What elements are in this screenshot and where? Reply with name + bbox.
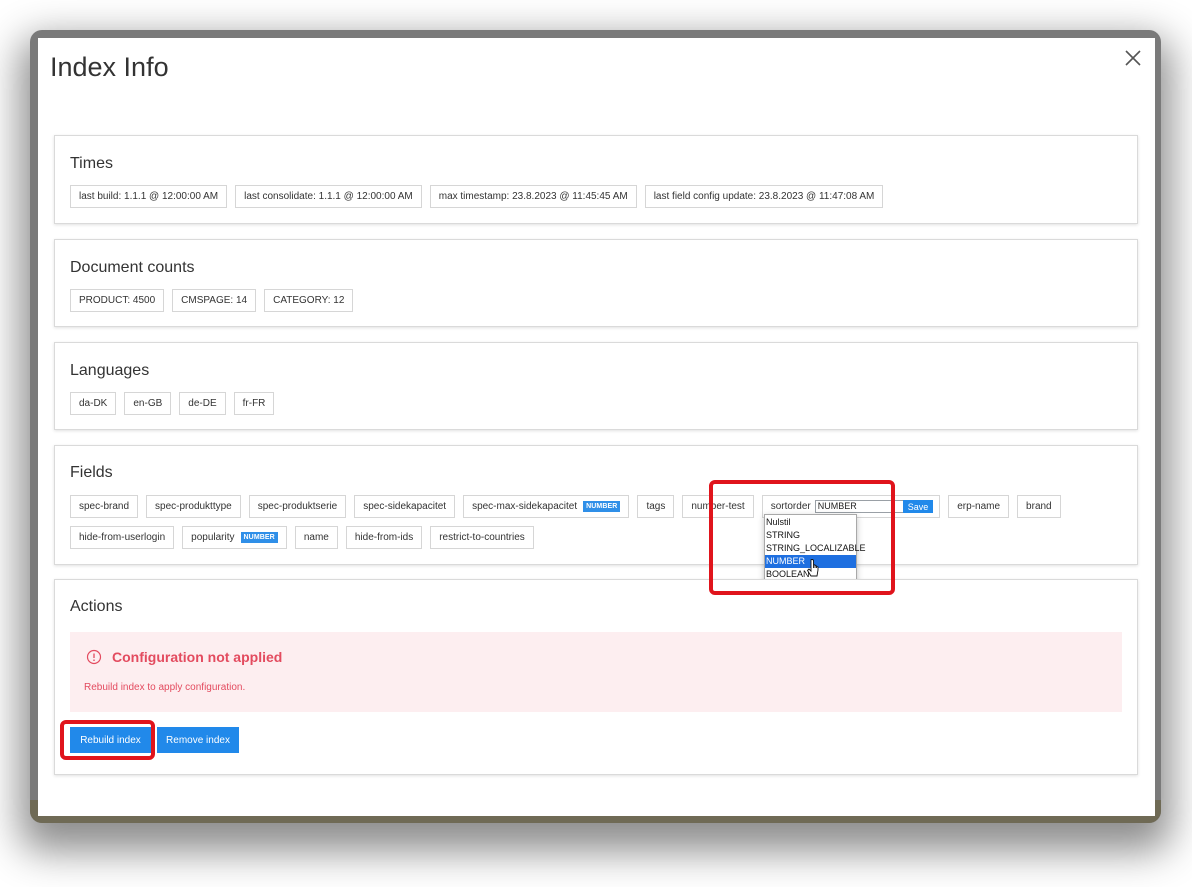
dropdown-option[interactable]: STRING [765, 529, 856, 542]
chip-last-build: last build: 1.1.1 @ 12:00:00 AM [70, 185, 228, 208]
fields-chips: spec-brand spec-produkttype spec-produkt… [70, 495, 1122, 549]
type-badge: NUMBER [240, 532, 278, 543]
chip-product-count: PRODUCT: 4500 [70, 289, 165, 312]
close-button[interactable] [1121, 46, 1145, 70]
chip-language-da-dk: da-DK [70, 392, 117, 415]
field-name: hide-from-ids [354, 532, 414, 543]
actions-heading: Actions [70, 598, 123, 615]
field-name: number-test [691, 501, 745, 512]
field-name: erp-name [957, 501, 1001, 512]
fields-card: Fields spec-brand spec-produkttype spec-… [54, 445, 1138, 565]
document-counts-card: Document counts PRODUCT: 4500 CMSPAGE: 1… [54, 239, 1138, 327]
dropdown-option[interactable]: STRING_LOCALIZABLE [765, 542, 866, 555]
chip-language-de-de: de-DE [179, 392, 226, 415]
actions-card: Actions Configuration not applied Rebuil… [54, 579, 1138, 775]
chip-cmspage-count: CMSPAGE: 14 [172, 289, 257, 312]
times-card: Times last build: 1.1.1 @ 12:00:00 AM la… [54, 135, 1138, 224]
alert-circle-icon [86, 649, 102, 665]
dropdown-option[interactable]: Nulstil [765, 516, 856, 529]
field-name: sortorder [770, 501, 811, 512]
field-chip[interactable]: spec-brand [70, 495, 139, 518]
index-info-modal: Index Info Times last build: 1.1.1 @ 12:… [38, 38, 1155, 816]
remove-index-button[interactable]: Remove index [157, 727, 239, 753]
type-badge: NUMBER [583, 501, 621, 512]
field-chip[interactable]: hide-from-ids [345, 526, 423, 549]
field-name: spec-sidekapacitet [363, 501, 447, 512]
chip-max-timestamp: max timestamp: 23.8.2023 @ 11:45:45 AM [429, 185, 637, 208]
alert-title: Configuration not applied [112, 649, 283, 665]
field-chip[interactable]: popularity NUMBER [182, 526, 287, 549]
chip-language-en-gb: en-GB [124, 392, 172, 415]
field-name: restrict-to-countries [439, 532, 525, 543]
field-chip[interactable]: hide-from-userlogin [70, 526, 175, 549]
field-chip[interactable]: restrict-to-countries [430, 526, 534, 549]
field-chip[interactable]: number-test [682, 495, 754, 518]
document-counts-heading: Document counts [70, 259, 195, 276]
field-name: tags [646, 501, 666, 512]
languages-card: Languages da-DK en-GB de-DE fr-FR [54, 342, 1138, 430]
field-chip[interactable]: spec-produktserie [248, 495, 347, 518]
times-heading: Times [70, 155, 113, 172]
times-chips: last build: 1.1.1 @ 12:00:00 AM last con… [70, 185, 1122, 208]
save-button[interactable]: Save [902, 500, 934, 513]
modal-title: Index Info [50, 52, 169, 82]
languages-chips: da-DK en-GB de-DE fr-FR [70, 392, 1122, 415]
field-name: spec-produktserie [257, 501, 338, 512]
document-counts-chips: PRODUCT: 4500 CMSPAGE: 14 CATEGORY: 12 [70, 289, 1122, 312]
field-chip[interactable]: spec-sidekapacitet [354, 495, 456, 518]
chip-category-count: CATEGORY: 12 [264, 289, 354, 312]
rebuild-index-button[interactable]: Rebuild index [70, 727, 151, 753]
languages-heading: Languages [70, 362, 150, 379]
mouse-cursor-icon [806, 559, 819, 577]
chip-last-field-config-update: last field config update: 23.8.2023 @ 11… [644, 185, 884, 208]
field-type-select[interactable]: NUMBER [814, 500, 903, 513]
field-name: brand [1026, 501, 1052, 512]
field-chip[interactable]: spec-produkttype [146, 495, 241, 518]
field-name: hide-from-userlogin [79, 532, 166, 543]
chip-language-fr-fr: fr-FR [233, 392, 275, 415]
field-name: popularity [191, 532, 235, 543]
fields-heading: Fields [70, 464, 113, 481]
field-chip[interactable]: name [294, 526, 338, 549]
field-chip[interactable]: tags [637, 495, 675, 518]
alert-message: Rebuild index to apply configuration. [84, 682, 246, 693]
field-name: name [303, 532, 329, 543]
field-name: spec-produkttype [155, 501, 232, 512]
field-name: spec-max-sidekapacitet [472, 501, 578, 512]
chip-last-consolidate: last consolidate: 1.1.1 @ 12:00:00 AM [235, 185, 422, 208]
close-icon [1125, 50, 1141, 66]
field-chip[interactable]: spec-max-sidekapacitet NUMBER [463, 495, 630, 518]
field-name: spec-brand [79, 501, 130, 512]
config-alert: Configuration not applied Rebuild index … [70, 632, 1122, 712]
field-chip[interactable]: erp-name [948, 495, 1010, 518]
field-chip[interactable]: brand [1017, 495, 1061, 518]
